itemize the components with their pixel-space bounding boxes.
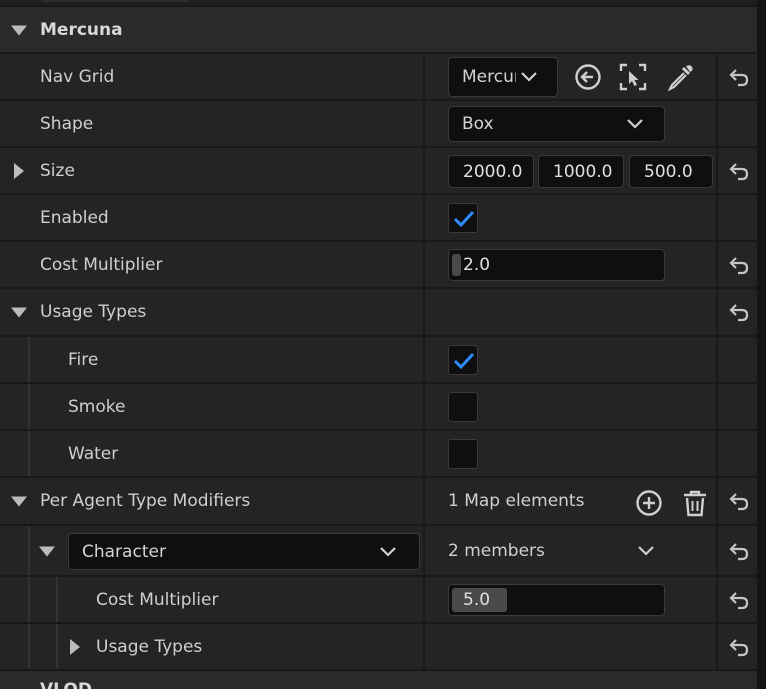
character-key-combo[interactable]: Character xyxy=(68,533,420,570)
nav-grid-label: Nav Grid xyxy=(40,66,115,87)
per-agent-label: Per Agent Type Modifiers xyxy=(40,491,251,511)
details-panel: Mercuna Nav Grid Mercuna xyxy=(0,0,757,689)
section-header-mercuna[interactable]: Mercuna xyxy=(0,7,757,54)
slider-fill xyxy=(452,254,461,276)
smoke-label: Smoke xyxy=(68,396,126,417)
row-usage-fire: Fire xyxy=(0,337,757,384)
reset-arrow-icon[interactable] xyxy=(728,491,750,511)
chevron-down-icon xyxy=(627,119,643,129)
row-per-agent-modifiers: Per Agent Type Modifiers 1 Map elements xyxy=(0,478,757,526)
eyedropper-icon[interactable] xyxy=(666,63,694,91)
next-section-title: VLOD xyxy=(40,680,92,689)
expand-arrow-icon[interactable] xyxy=(14,162,24,179)
usage-types-label: Usage Types xyxy=(40,302,147,322)
fire-label: Fire xyxy=(68,349,99,370)
browse-back-icon[interactable] xyxy=(574,63,602,91)
cost-multiplier-slider[interactable]: 2.0 xyxy=(448,249,665,281)
cost-multiplier-value: 2.0 xyxy=(463,255,491,275)
row-usage-smoke: Smoke xyxy=(0,384,757,431)
reset-arrow-icon[interactable] xyxy=(728,590,750,610)
add-element-icon[interactable] xyxy=(635,489,663,517)
cost-multiplier-label: Cost Multiplier xyxy=(40,254,163,275)
reset-arrow-icon[interactable] xyxy=(728,255,750,275)
size-z-input[interactable]: 500.0 xyxy=(629,155,713,188)
section-title: Mercuna xyxy=(40,19,123,40)
chevron-down-icon xyxy=(521,72,537,82)
checkmark-icon xyxy=(453,352,475,370)
chevron-down-icon xyxy=(380,546,396,557)
collapse-arrow-icon[interactable] xyxy=(11,25,27,35)
chevron-down-icon[interactable] xyxy=(638,545,654,556)
row-nav-grid: Nav Grid Mercuna xyxy=(0,54,757,101)
reset-arrow-icon[interactable] xyxy=(728,67,750,87)
enabled-label: Enabled xyxy=(40,207,109,228)
row-shape: Shape Box xyxy=(0,101,757,148)
row-usage-types: Usage Types xyxy=(0,289,757,337)
previous-row-remnant xyxy=(0,0,757,7)
character-cost-slider[interactable]: 5.0 xyxy=(448,584,665,616)
size-y-value: 1000.0 xyxy=(553,161,613,182)
row-enabled: Enabled xyxy=(0,195,757,242)
row-usage-water: Water xyxy=(0,431,757,478)
scrollbar[interactable] xyxy=(757,0,766,689)
reset-arrow-icon[interactable] xyxy=(728,637,750,657)
shape-combo[interactable]: Box xyxy=(448,106,665,142)
size-label: Size xyxy=(40,160,75,181)
size-x-input[interactable]: 2000.0 xyxy=(448,155,534,188)
water-checkbox[interactable] xyxy=(448,439,478,469)
checkmark-icon xyxy=(453,210,475,228)
water-label: Water xyxy=(68,443,119,464)
nav-grid-combo[interactable]: Mercuna xyxy=(448,57,558,97)
character-usage-types-label: Usage Types xyxy=(96,636,203,657)
map-elements-count: 1 Map elements xyxy=(448,491,585,511)
collapse-arrow-icon[interactable] xyxy=(11,307,27,318)
shape-label: Shape xyxy=(40,113,94,134)
character-cost-label: Cost Multiplier xyxy=(96,589,219,610)
size-z-value: 500.0 xyxy=(644,161,693,182)
shape-value: Box xyxy=(462,114,494,134)
collapse-arrow-icon[interactable] xyxy=(11,496,27,507)
row-size: Size 2000.0 1000.0 500.0 xyxy=(0,148,757,195)
row-character-usage-types: Usage Types xyxy=(0,624,757,671)
row-character-cost-multiplier: Cost Multiplier 5.0 xyxy=(0,577,757,624)
reset-arrow-icon[interactable] xyxy=(728,541,750,561)
fire-checkbox[interactable] xyxy=(448,345,478,375)
row-cost-multiplier: Cost Multiplier 2.0 xyxy=(0,242,757,289)
trash-icon[interactable] xyxy=(682,489,708,517)
collapse-arrow-icon[interactable] xyxy=(39,546,55,556)
enabled-checkbox[interactable] xyxy=(448,203,478,233)
expand-arrow-icon[interactable] xyxy=(70,638,80,655)
reset-arrow-icon[interactable] xyxy=(728,302,750,322)
character-cost-value: 5.0 xyxy=(463,590,491,610)
section-header-next[interactable]: VLOD xyxy=(0,671,757,689)
size-x-value: 2000.0 xyxy=(463,161,523,182)
size-y-input[interactable]: 1000.0 xyxy=(538,155,624,188)
smoke-checkbox[interactable] xyxy=(448,392,478,422)
reset-arrow-icon[interactable] xyxy=(728,161,750,181)
row-character-entry: Character 2 members xyxy=(0,526,757,577)
nav-grid-value: Mercuna xyxy=(462,67,516,87)
character-key-value: Character xyxy=(82,541,166,562)
select-actor-icon[interactable] xyxy=(619,63,647,91)
members-count: 2 members xyxy=(448,540,545,561)
